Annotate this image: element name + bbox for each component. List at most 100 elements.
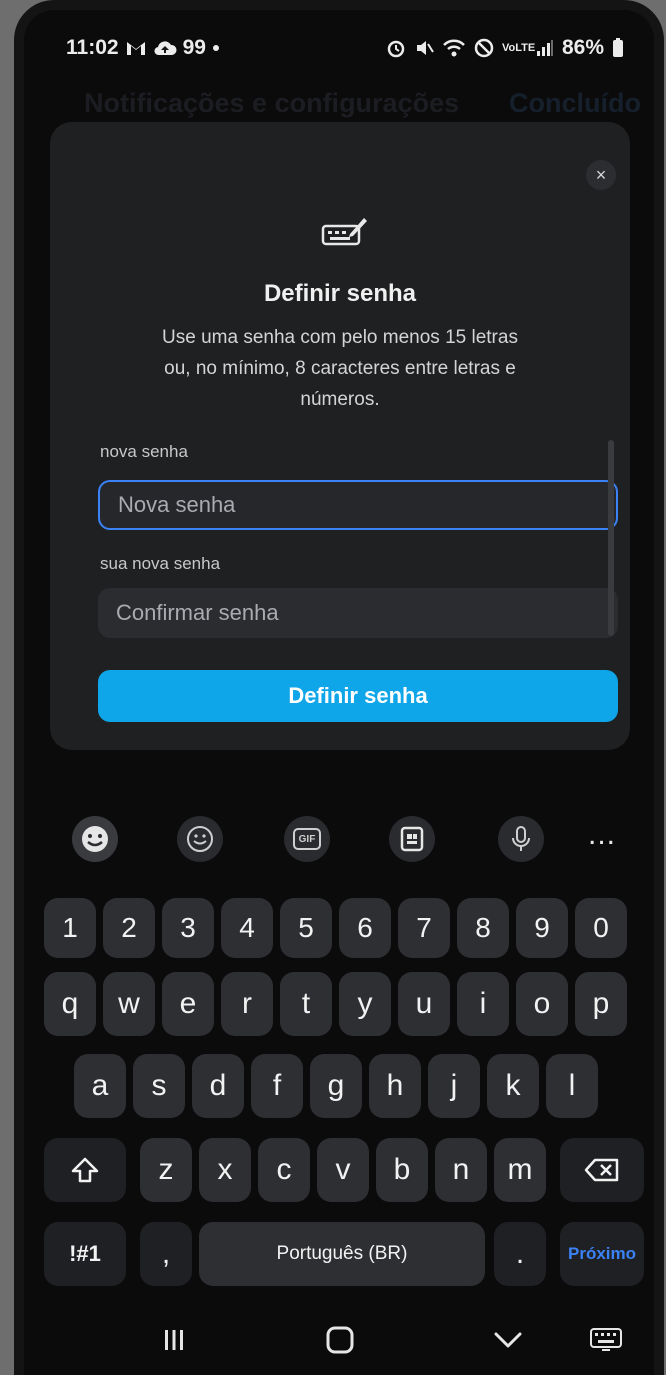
- alarm-icon: [386, 38, 406, 58]
- more-button[interactable]: ...: [588, 818, 616, 852]
- status-bar: 11:02 99 VoLTE 86%: [24, 30, 654, 70]
- back-button[interactable]: [484, 1314, 532, 1366]
- key-5[interactable]: 5: [280, 898, 332, 958]
- background-title: Notificações e configurações: [84, 88, 460, 118]
- key-9[interactable]: 9: [516, 898, 568, 958]
- mute-icon: [414, 38, 434, 58]
- space-key[interactable]: Português (BR): [199, 1222, 485, 1286]
- confirm-password-label: sua nova senha: [100, 554, 221, 573]
- key-k[interactable]: k: [487, 1054, 539, 1118]
- battery-percent: 86%: [561, 36, 604, 59]
- key-8[interactable]: 8: [457, 898, 509, 958]
- backspace-icon: [584, 1157, 620, 1183]
- on-screen-keyboard: 1 2 3 4 5 6 7 8 9 0 q w e r t y u i o p …: [44, 892, 644, 1287]
- key-c[interactable]: c: [258, 1138, 310, 1202]
- symbols-key[interactable]: !#1: [44, 1222, 126, 1286]
- key-a[interactable]: a: [74, 1054, 126, 1118]
- set-password-dialog: × Definir senha Use uma senha com pelo m…: [50, 122, 630, 750]
- key-z[interactable]: z: [140, 1138, 192, 1202]
- next-key[interactable]: Próximo: [560, 1222, 644, 1286]
- sticker-button[interactable]: [177, 816, 223, 862]
- status-time: 11:02: [66, 36, 119, 59]
- key-o[interactable]: o: [516, 972, 568, 1036]
- gif-label: GIF: [298, 833, 316, 845]
- status-right: VoLTE 86%: [386, 36, 624, 60]
- key-u[interactable]: u: [398, 972, 450, 1036]
- home-button[interactable]: [316, 1314, 364, 1366]
- close-button[interactable]: ×: [586, 160, 616, 190]
- sticker-icon: [185, 824, 215, 854]
- key-p[interactable]: p: [575, 972, 627, 1036]
- battery-icon: [612, 38, 624, 58]
- key-4[interactable]: 4: [221, 898, 273, 958]
- key-2[interactable]: 2: [103, 898, 155, 958]
- key-t[interactable]: t: [280, 972, 332, 1036]
- confirm-password-input[interactable]: [98, 588, 618, 638]
- cloud-upload-icon: [153, 39, 177, 57]
- key-v[interactable]: v: [317, 1138, 369, 1202]
- key-g[interactable]: g: [310, 1054, 362, 1118]
- shift-icon: [70, 1155, 100, 1185]
- dialog-scrollbar[interactable]: [608, 440, 614, 636]
- key-f[interactable]: f: [251, 1054, 303, 1118]
- key-d[interactable]: d: [192, 1054, 244, 1118]
- key-q[interactable]: q: [44, 972, 96, 1036]
- key-i[interactable]: i: [457, 972, 509, 1036]
- backspace-key[interactable]: [560, 1138, 644, 1202]
- emoji-button[interactable]: [72, 816, 118, 862]
- key-w[interactable]: w: [103, 972, 155, 1036]
- voice-input-button[interactable]: [498, 816, 544, 862]
- key-e[interactable]: e: [162, 972, 214, 1036]
- key-n[interactable]: n: [435, 1138, 487, 1202]
- dialog-description: Use uma senha com pelo menos 15 letras o…: [162, 327, 518, 410]
- key-y[interactable]: y: [339, 972, 391, 1036]
- shift-key[interactable]: [44, 1138, 126, 1202]
- clipboard-button[interactable]: [389, 816, 435, 862]
- keyboard-toolbar: GIF ...: [24, 800, 654, 880]
- volte-label: VoLTE: [501, 42, 536, 54]
- recents-button[interactable]: [150, 1314, 198, 1366]
- notification-count: 99: [182, 36, 206, 59]
- confirm-password-field[interactable]: [98, 588, 618, 638]
- new-password-input[interactable]: [100, 482, 616, 528]
- clipboard-icon: [399, 825, 425, 853]
- new-password-field[interactable]: [98, 480, 618, 530]
- home-icon: [325, 1325, 355, 1355]
- gif-button[interactable]: GIF: [284, 816, 330, 862]
- microphone-icon: [509, 824, 533, 854]
- keyboard-switch-button[interactable]: [582, 1314, 630, 1366]
- emoji-icon: [80, 824, 110, 854]
- dnd-icon: [474, 38, 494, 58]
- phone-frame: 11:02 99 VoLTE 86% Notificações e config…: [14, 0, 664, 1375]
- set-password-button[interactable]: Definir senha: [98, 670, 618, 722]
- dialog-title: Definir senha: [263, 280, 417, 307]
- keyboard-row-bottom: !#1 , Português (BR) . Próximo: [44, 1222, 644, 1286]
- key-b[interactable]: b: [376, 1138, 428, 1202]
- background-done-action: Concluído: [509, 88, 641, 118]
- key-x[interactable]: x: [199, 1138, 251, 1202]
- key-r[interactable]: r: [221, 972, 273, 1036]
- new-password-label: nova senha: [100, 442, 188, 461]
- navigation-bar: [24, 1310, 654, 1375]
- keyboard-row-1: q w e r t y u i o p: [44, 972, 644, 1036]
- key-0[interactable]: 0: [575, 898, 627, 958]
- signal-icon: [536, 39, 554, 57]
- key-7[interactable]: 7: [398, 898, 450, 958]
- comma-key[interactable]: ,: [140, 1222, 192, 1286]
- key-m[interactable]: m: [494, 1138, 546, 1202]
- key-j[interactable]: j: [428, 1054, 480, 1118]
- period-key[interactable]: .: [494, 1222, 546, 1286]
- close-icon: ×: [595, 164, 607, 185]
- key-3[interactable]: 3: [162, 898, 214, 958]
- key-h[interactable]: h: [369, 1054, 421, 1118]
- status-left: 11:02 99: [66, 36, 220, 60]
- screen: 11:02 99 VoLTE 86% Notificações e config…: [24, 10, 654, 1375]
- key-1[interactable]: 1: [44, 898, 96, 958]
- keyboard-number-row: 1 2 3 4 5 6 7 8 9 0: [44, 898, 644, 962]
- password-keyboard-icon: [320, 214, 368, 253]
- notification-dot-icon: [212, 44, 220, 52]
- key-s[interactable]: s: [133, 1054, 185, 1118]
- key-l[interactable]: l: [546, 1054, 598, 1118]
- key-6[interactable]: 6: [339, 898, 391, 958]
- recents-icon: [160, 1327, 188, 1353]
